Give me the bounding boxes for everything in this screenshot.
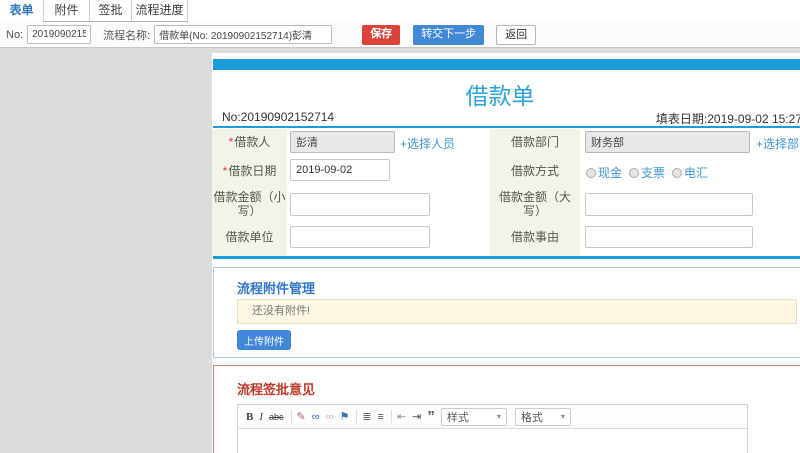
amount-small-label: 借款金额（小写） [213,190,286,218]
app-window: 表单 附件 签批 流程进度 No: 流程名称: 保存 转交下一步 返回 借款单 … [0,0,800,453]
select-person-link[interactable]: +选择人员 [400,135,455,152]
editor-toolbar: B I abc ✎ ∞ ∞ ⚑ ≣ ≡ ⇤ ⇥ ” 样式 ▾ 格式 ▾ [238,405,747,429]
italic-icon[interactable]: I [259,406,263,428]
chevron-down-icon: ▾ [560,412,565,421]
approval-heading: 流程签批意见 [237,382,316,397]
loan-form-panel: 借款单 No:20190902152714 填表日期:2019-09-02 15… [212,53,800,453]
unlink-icon[interactable]: ∞ [326,406,334,428]
blockquote-icon[interactable]: ” [427,409,435,424]
loan-date-label: *借款日期 [222,164,277,178]
process-name-input[interactable] [154,25,333,44]
unordered-list-icon[interactable]: ≡ [378,406,384,428]
amount-big-label: 借款金额（大写） [498,190,571,218]
form-number: No:20190902152714 [222,110,335,124]
ordered-list-icon[interactable]: ≣ [362,406,371,428]
no-attachments-message: 还没有附件! [237,299,797,324]
no-label: No: [6,28,24,41]
radio-cheque[interactable]: 支票 [629,164,665,181]
editor-content-area[interactable] [238,429,747,453]
back-button[interactable]: 返回 [496,24,537,45]
required-mark: * [228,135,234,149]
loan-unit-label: 借款单位 [225,230,274,244]
loan-method-label: 借款方式 [510,164,559,178]
form-date: 填表日期:2019-09-02 15:27:1 [655,112,800,126]
process-name-label: 流程名称: [103,29,151,42]
loan-reason-input[interactable] [585,226,753,248]
radio-circle-icon[interactable] [672,167,683,178]
rich-text-editor: B I abc ✎ ∞ ∞ ⚑ ≣ ≡ ⇤ ⇥ ” 样式 ▾ 格式 ▾ [237,404,748,453]
radio-circle-icon[interactable] [586,167,596,178]
dept-input[interactable] [585,131,750,153]
save-button[interactable]: 保存 [362,24,401,45]
remove-format-icon[interactable]: ✎ [297,406,306,428]
format-dropdown[interactable]: 格式 ▾ [514,407,571,426]
styles-dropdown[interactable]: 样式 ▾ [440,407,507,426]
attachments-section: 流程附件管理 还没有附件! 上传附件 [213,267,800,358]
outdent-icon[interactable]: ⇤ [397,406,406,428]
tab-process-progress[interactable]: 流程进度 [131,0,188,22]
divider-line-top [213,126,800,128]
bold-icon[interactable]: B [246,406,253,428]
top-accent-bar [213,59,800,70]
indent-icon[interactable]: ⇥ [412,406,421,428]
select-dept-link[interactable]: +选择部门 [756,135,800,152]
chevron-down-icon: ▾ [496,412,501,421]
loan-date-input[interactable] [290,159,390,181]
next-step-button[interactable]: 转交下一步 [413,24,485,45]
tab-attachments[interactable]: 附件 [43,0,89,22]
toolbar-separator [290,410,292,423]
borrower-label: *借款人 [228,135,271,149]
loan-reason-label: 借款事由 [510,230,559,244]
approval-section: 流程签批意见 B I abc ✎ ∞ ∞ ⚑ ≣ ≡ ⇤ ⇥ ” 样式 ▾ 格式… [213,365,800,453]
divider-line-bottom [213,256,800,259]
tab-bar: 表单 附件 签批 流程进度 [0,0,800,22]
link-icon[interactable]: ∞ [312,406,320,428]
loan-unit-input[interactable] [290,226,430,248]
form-header-row: No:20190902152714 填表日期:2019-09-02 15:27:… [222,110,800,126]
required-mark: * [222,164,228,178]
amount-small-input[interactable] [290,193,430,216]
upload-attachment-button[interactable]: 上传附件 [237,330,291,350]
toolbar-separator [356,410,358,423]
tab-approval[interactable]: 签批 [89,0,131,22]
dept-label: 借款部门 [510,135,559,149]
radio-cash[interactable]: 现金 [586,164,622,181]
borrower-input[interactable] [290,131,395,153]
flag-icon[interactable]: ⚑ [339,406,349,428]
no-input[interactable] [27,25,92,44]
strikethrough-icon[interactable]: abc [269,406,284,428]
toolbar-separator [390,410,392,423]
form-toolbar: No: 流程名称: 保存 转交下一步 返回 [0,22,800,48]
radio-circle-icon[interactable] [629,167,640,178]
attachments-heading: 流程附件管理 [237,281,316,296]
loan-method-options: 现金 支票 电汇 [586,164,715,181]
page-title: 借款单 [465,83,535,109]
amount-big-input[interactable] [585,193,753,216]
loan-form-fields: *借款人 +选择人员 借款部门 +选择部门 *借款日期 借款方式 现金 支票 电… [212,129,800,259]
radio-wire[interactable]: 电汇 [672,164,708,181]
tab-form[interactable]: 表单 [0,0,43,22]
